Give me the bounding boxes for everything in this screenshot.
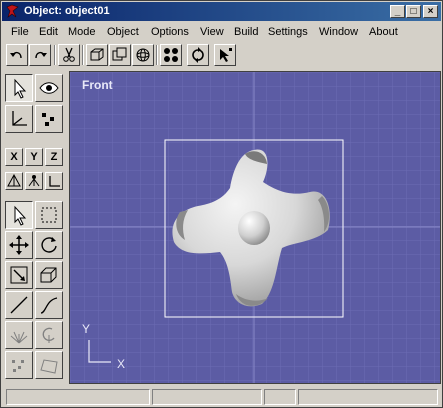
scale-icon — [10, 266, 28, 284]
axis-tool-button[interactable] — [5, 105, 33, 133]
plane-icon — [40, 359, 58, 374]
coord-world-button[interactable] — [5, 172, 23, 190]
curve-icon — [40, 297, 58, 314]
box-view-icon — [90, 48, 104, 61]
plane-tool-button[interactable] — [35, 351, 63, 379]
minimize-button[interactable]: _ — [390, 5, 405, 18]
sphere-view-icon — [136, 48, 150, 62]
dots-tool-button[interactable] — [5, 351, 33, 379]
redo-icon — [35, 51, 47, 59]
menu-edit[interactable]: Edit — [39, 26, 58, 38]
status-bar — [2, 387, 441, 407]
close-button[interactable]: × — [423, 5, 438, 18]
points-icon — [42, 113, 54, 126]
spray-tool-button[interactable] — [5, 321, 33, 349]
select-icon — [14, 205, 27, 226]
app-window: Object: object01 _ □ × File Edit Mode Ob… — [0, 0, 443, 408]
select-points-icon — [220, 48, 232, 62]
rotate-icon — [41, 237, 57, 253]
menu-window[interactable]: Window — [319, 26, 358, 38]
redo-button[interactable] — [29, 44, 51, 66]
curve-tool-button[interactable] — [35, 291, 63, 319]
coord-screen-button[interactable] — [45, 172, 63, 190]
axis-icon — [12, 111, 27, 126]
cut-button[interactable] — [58, 44, 80, 66]
status-field-4 — [298, 389, 438, 405]
marquee-icon — [41, 207, 57, 223]
title-bar[interactable]: Object: object01 _ □ × — [2, 2, 441, 21]
undo-button[interactable] — [6, 44, 28, 66]
scale-3d-icon — [40, 267, 57, 283]
rotate-view-button[interactable] — [187, 44, 209, 66]
axis-corner-icon — [49, 176, 60, 187]
arrow-icon — [14, 78, 27, 99]
spray-icon — [10, 331, 28, 344]
select-tool-button[interactable] — [5, 201, 33, 229]
toolbar-separator — [82, 45, 84, 65]
menu-options[interactable]: Options — [151, 26, 189, 38]
rotate-tool-button[interactable] — [35, 231, 63, 259]
menu-file[interactable]: File — [11, 26, 29, 38]
move-tool-button[interactable] — [5, 231, 33, 259]
copy-view-icon — [112, 47, 127, 61]
status-field-3 — [264, 389, 296, 405]
box-view-button[interactable] — [86, 44, 108, 66]
marquee-tool-button[interactable] — [35, 201, 63, 229]
app-icon — [6, 4, 19, 18]
maximize-button[interactable]: □ — [406, 5, 421, 18]
scale-tool-button[interactable] — [5, 261, 33, 289]
line-tool-button[interactable] — [5, 291, 33, 319]
status-field-2 — [152, 389, 262, 405]
axis-pyramid-icon — [7, 174, 21, 187]
eye-icon — [39, 82, 59, 94]
lock-z-button[interactable]: Z — [45, 148, 63, 166]
eye-tool-button[interactable] — [35, 74, 63, 102]
copy-view-button[interactable] — [109, 44, 131, 66]
lock-y-button[interactable]: Y — [25, 148, 43, 166]
toolbar-separator — [54, 45, 56, 65]
twist-icon — [42, 327, 55, 343]
front-viewport[interactable]: Front Y X — [69, 71, 441, 384]
line-icon — [10, 296, 28, 314]
rotate-view-icon — [192, 47, 204, 63]
scissors-icon — [63, 47, 75, 62]
dots-icon — [12, 360, 24, 372]
coord-object-button[interactable] — [25, 172, 43, 190]
status-field-1 — [6, 389, 150, 405]
arrow-tool-button[interactable] — [5, 74, 33, 102]
sphere-view-button[interactable] — [132, 44, 154, 66]
toolbar-separator — [156, 45, 158, 65]
menu-bar: File Edit Mode Object Options View Build… — [2, 22, 441, 42]
four-dots-icon — [164, 48, 178, 62]
menu-settings[interactable]: Settings — [268, 26, 308, 38]
twist-tool-button[interactable] — [35, 321, 63, 349]
viewport-label: Front — [82, 78, 113, 92]
menu-build[interactable]: Build — [234, 26, 258, 38]
points-tool-button[interactable] — [35, 105, 63, 133]
four-dots-button[interactable] — [160, 44, 182, 66]
menu-view[interactable]: View — [200, 26, 224, 38]
tool-palette: X Y Z — [2, 71, 68, 385]
menu-object[interactable]: Object — [107, 26, 139, 38]
select-points-button[interactable] — [214, 44, 236, 66]
toolbar — [2, 43, 441, 69]
axis-person-icon — [28, 175, 40, 187]
menu-about[interactable]: About — [369, 26, 398, 38]
undo-icon — [10, 51, 22, 59]
menu-mode[interactable]: Mode — [68, 26, 96, 38]
viewport-canvas[interactable] — [70, 72, 441, 384]
lock-x-button[interactable]: X — [5, 148, 23, 166]
scale-3d-tool-button[interactable] — [35, 261, 63, 289]
axis-x-label: X — [117, 357, 126, 371]
axis-y-label: Y — [82, 322, 91, 336]
window-title: Object: object01 — [24, 5, 110, 17]
move-icon — [9, 235, 29, 255]
